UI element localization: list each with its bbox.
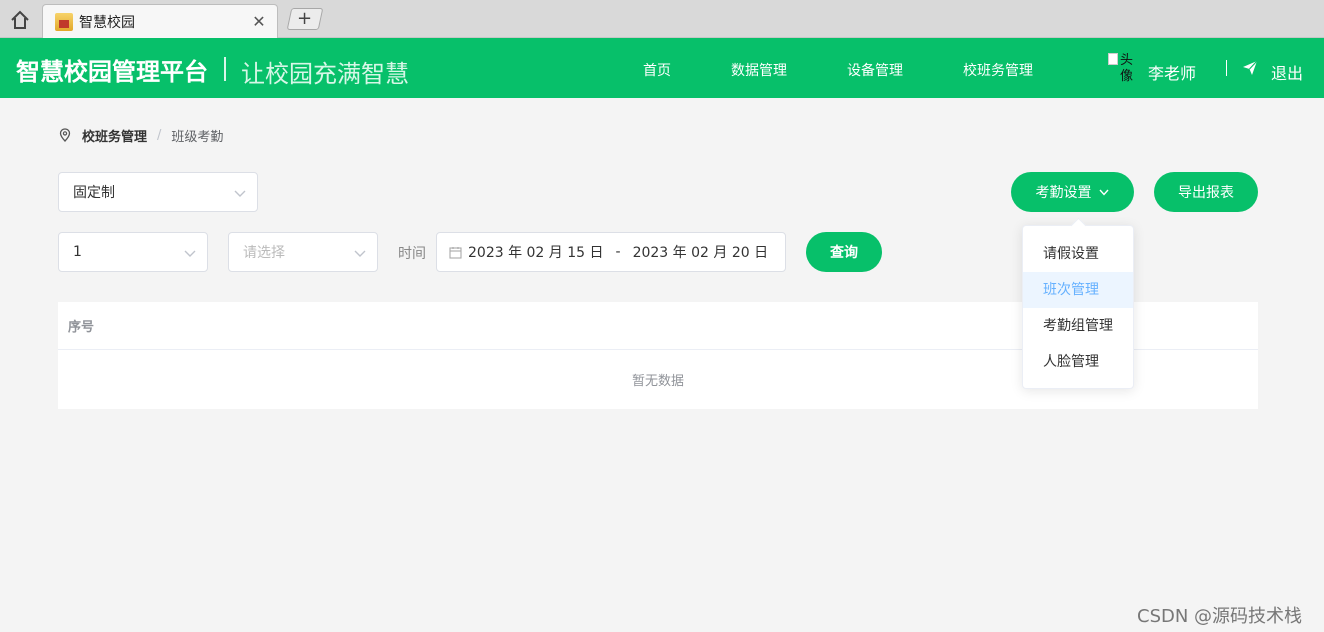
attendance-mode-select[interactable]: 固定制 [58, 172, 258, 212]
chevron-down-icon [1098, 189, 1109, 196]
breadcrumb-parent[interactable]: 校班务管理 [82, 126, 147, 145]
app-header: 智慧校园管理平台 让校园充满智慧 首页 数据管理 设备管理 校班务管理 头像 李… [0, 38, 1324, 98]
user-name[interactable]: 李老师 [1148, 60, 1196, 84]
chevron-down-icon [184, 250, 196, 257]
column-header-index[interactable]: 序号 [68, 316, 94, 335]
menu-item-attendance-group[interactable]: 考勤组管理 [1023, 308, 1133, 344]
calendar-icon [449, 246, 462, 259]
nav-device-management[interactable]: 设备管理 [847, 60, 903, 80]
brand-slogan: 让校园充满智慧 [241, 60, 409, 88]
time-label: 时间 [398, 246, 426, 262]
plus-icon: + [297, 8, 313, 29]
brand-divider [224, 57, 226, 81]
send-icon[interactable] [1242, 60, 1258, 76]
avatar[interactable]: 头像 [1108, 53, 1138, 87]
attendance-mode-value: 固定制 [73, 185, 115, 201]
chevron-down-icon [354, 250, 366, 257]
class-select[interactable]: 1 [58, 232, 208, 272]
date-range-separator: - [615, 244, 621, 260]
nav-home[interactable]: 首页 [643, 60, 671, 80]
tab-title: 智慧校园 [79, 14, 135, 31]
query-button[interactable]: 查询 [806, 232, 882, 272]
chevron-down-icon [234, 190, 246, 197]
logout-button[interactable]: 退出 [1271, 60, 1303, 84]
class-select-value: 1 [73, 244, 82, 260]
attendance-settings-menu: 请假设置 班次管理 考勤组管理 人脸管理 [1022, 225, 1134, 389]
breadcrumb-separator: / [157, 127, 162, 143]
export-report-button[interactable]: 导出报表 [1154, 172, 1258, 212]
breadcrumb-current: 班级考勤 [171, 129, 224, 145]
location-pin-icon [59, 128, 71, 142]
date-end[interactable]: 2023 年 02 月 20 日 [633, 242, 769, 262]
breadcrumb: 校班务管理 / 班级考勤 [58, 126, 224, 145]
header-divider [1226, 60, 1227, 76]
brand-title: 智慧校园管理平台 [16, 58, 208, 86]
nav-data-management[interactable]: 数据管理 [731, 60, 787, 80]
date-range-picker[interactable]: 2023 年 02 月 15 日 - 2023 年 02 月 20 日 [436, 232, 786, 272]
browser-tab[interactable]: 智慧校园 ✕ [42, 4, 278, 38]
home-icon[interactable] [8, 8, 32, 32]
group-select[interactable]: 请选择 [228, 232, 378, 272]
menu-item-shift-management[interactable]: 班次管理 [1023, 272, 1133, 308]
menu-item-face-management[interactable]: 人脸管理 [1023, 344, 1133, 380]
attendance-settings-button[interactable]: 考勤设置 [1011, 172, 1134, 212]
attendance-settings-label: 考勤设置 [1035, 185, 1092, 201]
close-icon[interactable]: ✕ [251, 12, 267, 31]
watermark: CSDN @源码技术栈 [1137, 606, 1303, 627]
avatar-alt-text: 头像 [1120, 53, 1134, 84]
nav-class-affairs[interactable]: 校班务管理 [963, 60, 1033, 80]
group-select-placeholder: 请选择 [243, 245, 285, 261]
new-tab-button[interactable]: + [286, 8, 324, 30]
browser-tab-bar: 智慧校园 ✕ + [0, 0, 1324, 38]
date-start[interactable]: 2023 年 02 月 15 日 [468, 242, 604, 262]
favicon-icon [55, 12, 73, 31]
menu-item-leave-settings[interactable]: 请假设置 [1023, 236, 1133, 272]
